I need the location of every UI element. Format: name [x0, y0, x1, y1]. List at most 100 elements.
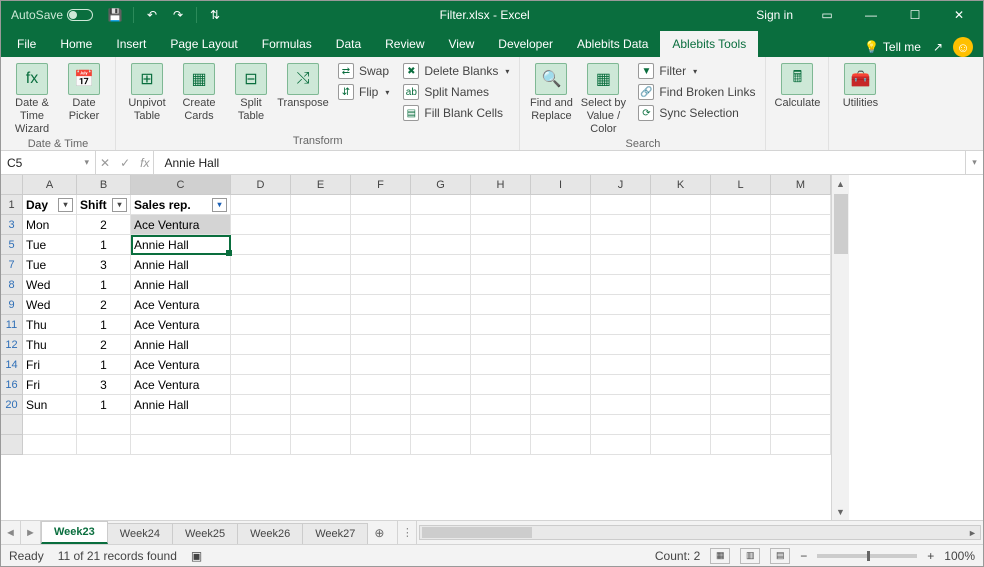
redo-icon[interactable]: ↷ — [170, 7, 186, 23]
cell-K5[interactable] — [651, 235, 711, 255]
cell-L1[interactable] — [711, 195, 771, 215]
split-table-button[interactable]: ⊟Split Table — [226, 61, 276, 123]
cell-K16[interactable] — [651, 375, 711, 395]
cell-blank[interactable] — [23, 415, 77, 435]
cell-J14[interactable] — [591, 355, 651, 375]
calculate-button[interactable]: 🖩Calculate — [772, 61, 822, 110]
flip-button[interactable]: ⇵Flip▾ — [334, 82, 393, 102]
cell-I14[interactable] — [531, 355, 591, 375]
minimize-icon[interactable]: — — [851, 1, 891, 29]
cell-L7[interactable] — [711, 255, 771, 275]
cell-blank[interactable] — [591, 435, 651, 455]
cancel-icon[interactable]: ✕ — [100, 156, 110, 170]
select-all-corner[interactable] — [1, 175, 23, 195]
cell-G1[interactable] — [411, 195, 471, 215]
cell-F8[interactable] — [351, 275, 411, 295]
name-box[interactable]: C5▾ — [1, 151, 96, 174]
cell-J5[interactable] — [591, 235, 651, 255]
cell-D20[interactable] — [231, 395, 291, 415]
cell-G11[interactable] — [411, 315, 471, 335]
cell-B9[interactable]: 2 — [77, 295, 131, 315]
sheet-tab-Week26[interactable]: Week26 — [237, 523, 303, 544]
tab-ablebits-tools[interactable]: Ablebits Tools — [660, 31, 758, 57]
tab-file[interactable]: File — [5, 31, 48, 57]
cell-L16[interactable] — [711, 375, 771, 395]
cell-L20[interactable] — [711, 395, 771, 415]
view-page-layout-icon[interactable]: ▥ — [740, 548, 760, 564]
tab-data[interactable]: Data — [324, 31, 373, 57]
cell-E11[interactable] — [291, 315, 351, 335]
row-header-9[interactable]: 9 — [1, 295, 23, 315]
cell-I8[interactable] — [531, 275, 591, 295]
cell-M16[interactable] — [771, 375, 831, 395]
cell-L3[interactable] — [711, 215, 771, 235]
cell-H12[interactable] — [471, 335, 531, 355]
cell-F9[interactable] — [351, 295, 411, 315]
cell-H7[interactable] — [471, 255, 531, 275]
col-header-L[interactable]: L — [711, 175, 771, 195]
cell-A7[interactable]: Tue — [23, 255, 77, 275]
cell-K1[interactable] — [651, 195, 711, 215]
col-header-J[interactable]: J — [591, 175, 651, 195]
tab-split[interactable]: ⋮ — [397, 521, 417, 544]
cell-M8[interactable] — [771, 275, 831, 295]
cell-A3[interactable]: Mon — [23, 215, 77, 235]
close-icon[interactable]: ✕ — [939, 1, 979, 29]
expand-formula-icon[interactable]: ▾ — [965, 151, 983, 174]
cell-K8[interactable] — [651, 275, 711, 295]
utilities-button[interactable]: 🧰Utilities — [835, 61, 885, 110]
view-normal-icon[interactable]: ▦ — [710, 548, 730, 564]
cell-E5[interactable] — [291, 235, 351, 255]
undo-icon[interactable]: ↶ — [144, 7, 160, 23]
autosave-toggle[interactable]: AutoSave — [11, 8, 93, 22]
cell-blank[interactable] — [771, 435, 831, 455]
sheet-nav-prev[interactable]: ◄ — [1, 521, 21, 544]
header-cell-A1[interactable]: Day▾ — [23, 195, 77, 215]
cell-I16[interactable] — [531, 375, 591, 395]
col-header-A[interactable]: A — [23, 175, 77, 195]
cell-A5[interactable]: Tue — [23, 235, 77, 255]
row-header-7[interactable]: 7 — [1, 255, 23, 275]
row-header-1[interactable]: 1 — [1, 195, 23, 215]
cell-C8[interactable]: Annie Hall — [131, 275, 231, 295]
cell-G7[interactable] — [411, 255, 471, 275]
cell-blank[interactable] — [131, 435, 231, 455]
tab-insert[interactable]: Insert — [104, 31, 158, 57]
cell-C20[interactable]: Annie Hall — [131, 395, 231, 415]
col-header-C[interactable]: C — [131, 175, 231, 195]
cell-B8[interactable]: 1 — [77, 275, 131, 295]
cell-G14[interactable] — [411, 355, 471, 375]
col-header-H[interactable]: H — [471, 175, 531, 195]
cell-K3[interactable] — [651, 215, 711, 235]
cell-K20[interactable] — [651, 395, 711, 415]
cell-D11[interactable] — [231, 315, 291, 335]
cell-D1[interactable] — [231, 195, 291, 215]
formula-input[interactable]: Annie Hall — [154, 151, 965, 174]
cell-B7[interactable]: 3 — [77, 255, 131, 275]
date-picker-button[interactable]: 📅Date Picker — [59, 61, 109, 123]
cell-D8[interactable] — [231, 275, 291, 295]
save-icon[interactable]: 💾 — [107, 7, 123, 23]
cell-blank[interactable] — [131, 415, 231, 435]
cell-F16[interactable] — [351, 375, 411, 395]
cell-A12[interactable]: Thu — [23, 335, 77, 355]
cell-L8[interactable] — [711, 275, 771, 295]
cell-I9[interactable] — [531, 295, 591, 315]
row-header-12[interactable]: 12 — [1, 335, 23, 355]
cell-C3[interactable]: Ace Ventura — [131, 215, 231, 235]
cell-blank[interactable] — [291, 435, 351, 455]
cell-F1[interactable] — [351, 195, 411, 215]
cell-H1[interactable] — [471, 195, 531, 215]
cell-I3[interactable] — [531, 215, 591, 235]
cell-blank[interactable] — [711, 435, 771, 455]
row-header-20[interactable]: 20 — [1, 395, 23, 415]
cell-M9[interactable] — [771, 295, 831, 315]
cell-B11[interactable]: 1 — [77, 315, 131, 335]
cell-blank[interactable] — [651, 415, 711, 435]
sheet-nav-next[interactable]: ► — [21, 521, 41, 544]
cell-J12[interactable] — [591, 335, 651, 355]
row-header-3[interactable]: 3 — [1, 215, 23, 235]
sheet-tab-Week24[interactable]: Week24 — [107, 523, 173, 544]
cell-F20[interactable] — [351, 395, 411, 415]
cell-J11[interactable] — [591, 315, 651, 335]
